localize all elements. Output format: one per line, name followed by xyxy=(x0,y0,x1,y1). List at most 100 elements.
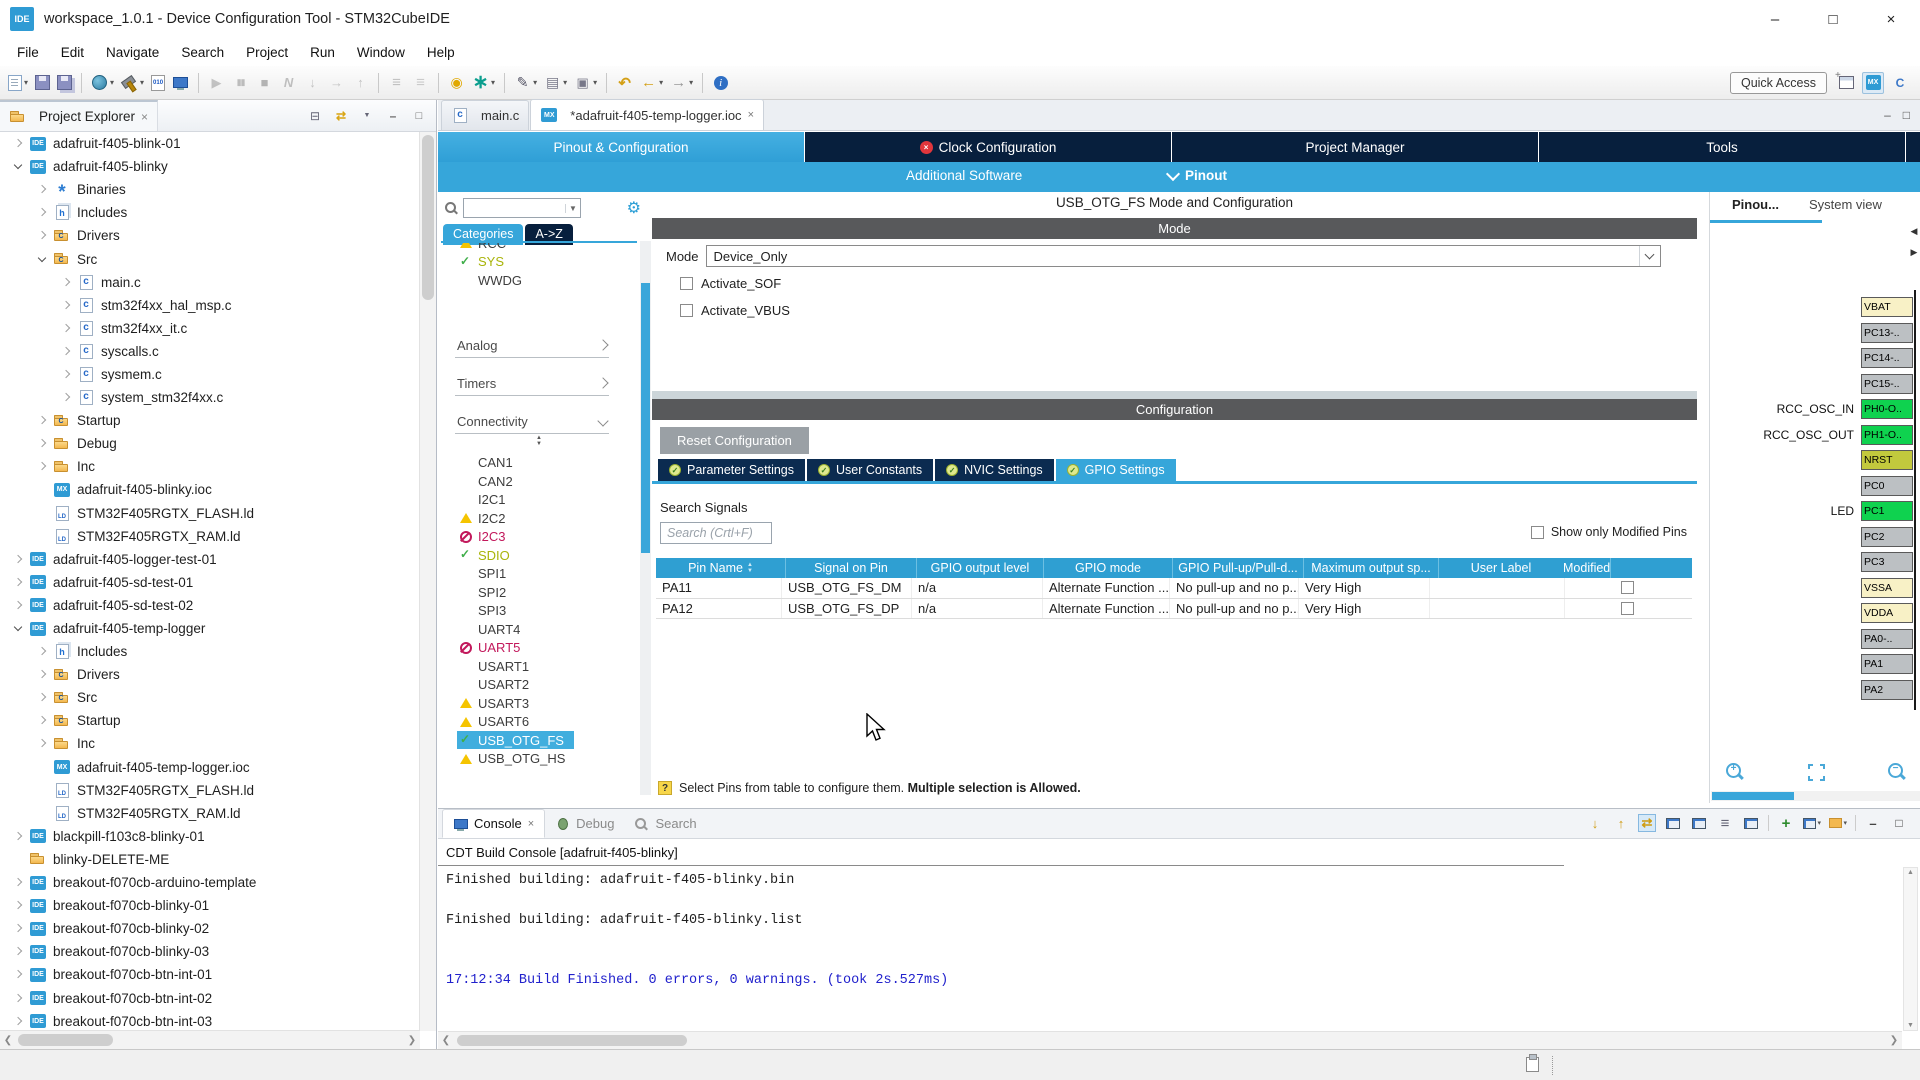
tree-item[interactable]: STM32F405RGTX_FLASH.ld xyxy=(0,779,420,802)
tree-item[interactable]: adafruit-f405-blink-01 xyxy=(0,132,420,155)
additional-software-button[interactable]: Additional Software xyxy=(906,168,1022,183)
skip-all-breakpoints[interactable]: ▾ xyxy=(89,70,116,96)
expand-chevron-icon[interactable] xyxy=(36,761,49,774)
peripheral-item[interactable]: USART6 xyxy=(441,713,637,732)
expand-chevron-icon[interactable] xyxy=(12,945,25,958)
peripheral-item[interactable]: UART4 xyxy=(441,620,637,639)
peripheral-item[interactable]: RCC xyxy=(441,243,637,253)
close-icon[interactable] xyxy=(528,818,534,830)
pin[interactable]: PH0-O.. xyxy=(1861,399,1913,419)
scroll-thumb[interactable] xyxy=(457,1035,687,1046)
word-wrap[interactable] xyxy=(1716,814,1734,832)
peripheral-item[interactable]: I2C3 xyxy=(441,528,637,547)
tree-item[interactable]: STM32F405RGTX_RAM.ld xyxy=(0,525,420,548)
peripheral-item[interactable]: USART2 xyxy=(441,676,637,695)
pinout-view-tab[interactable]: System view xyxy=(1797,197,1882,212)
tree-item[interactable]: Includes xyxy=(0,640,420,663)
pin[interactable]: PA0-.. xyxy=(1861,628,1913,649)
peripheral-item[interactable]: CAN1 xyxy=(441,454,637,473)
cube-nav-tab[interactable]: Pinout & Configuration xyxy=(438,132,805,162)
expand-chevron-icon[interactable] xyxy=(36,691,49,704)
pin[interactable]: PC0 xyxy=(1861,475,1913,496)
expand-chevron-icon[interactable] xyxy=(12,853,25,866)
expand-chevron-icon[interactable] xyxy=(12,576,25,589)
tree-item[interactable]: adafruit-f405-temp-logger xyxy=(0,617,420,640)
tree-item[interactable]: breakout-f070cb-btn-int-02 xyxy=(0,986,420,1009)
scroll-left-icon[interactable]: ❮ xyxy=(438,1035,454,1046)
tree-item[interactable]: blinky-DELETE-ME xyxy=(0,848,420,871)
column-header[interactable]: User Label xyxy=(1439,558,1563,578)
peripheral-item[interactable]: USART1 xyxy=(441,657,637,676)
expand-chevron-icon[interactable] xyxy=(36,714,49,727)
close-button[interactable]: × xyxy=(1862,0,1920,38)
table-row[interactable]: PA11 USB_OTG_FS_DM n/a Alternate Functio… xyxy=(656,578,1692,599)
console-view-tab[interactable]: Debug xyxy=(545,809,624,838)
tree-item[interactable]: breakout-f070cb-blinky-02 xyxy=(0,917,420,940)
settings-tab[interactable]: NVIC Settings xyxy=(935,459,1054,481)
console-horizontal-scrollbar[interactable]: ❮ ❯ xyxy=(438,1031,1902,1049)
expand-chevron-icon[interactable] xyxy=(36,483,49,496)
peripheral-item[interactable]: USART3 xyxy=(441,694,637,713)
tree-item[interactable]: main.c xyxy=(0,271,420,294)
pin-console[interactable] xyxy=(1777,814,1795,832)
menu-item[interactable]: File xyxy=(6,45,50,60)
expand-chevron-icon[interactable] xyxy=(36,253,49,266)
modified-checkbox[interactable] xyxy=(1620,581,1634,595)
maximize-button[interactable]: □ xyxy=(1804,0,1862,38)
console-view-tab[interactable]: Search xyxy=(624,809,706,838)
pin[interactable]: PC14-.. xyxy=(1861,348,1913,368)
tree-item[interactable]: sysmem.c xyxy=(0,363,420,386)
peripheral-item[interactable]: Connectivity xyxy=(455,410,609,434)
menu-item[interactable]: Project xyxy=(235,45,299,60)
pinout-horizontal-scrollbar[interactable] xyxy=(1711,791,1920,801)
tree-item[interactable]: stm32f4xx_it.c xyxy=(0,317,420,340)
cube-nav-tab[interactable]: Project Manager xyxy=(1172,132,1539,162)
table-row[interactable]: PA12 USB_OTG_FS_DP n/a Alternate Functio… xyxy=(656,598,1692,619)
fit-screen-icon[interactable] xyxy=(1806,762,1826,782)
new-wizard[interactable]: ▾ xyxy=(6,70,30,96)
forward-history[interactable]: ▾ xyxy=(668,70,695,96)
gear-icon[interactable] xyxy=(627,198,649,218)
peripheral-item[interactable]: I2C2 xyxy=(441,509,637,528)
menu-item[interactable]: Navigate xyxy=(95,45,170,60)
show-console-stdout[interactable] xyxy=(1664,814,1682,832)
expand-chevron-icon[interactable] xyxy=(60,322,73,335)
expand-chevron-icon[interactable] xyxy=(36,784,49,797)
external-tools[interactable]: ▾ xyxy=(572,70,599,96)
new-launch-configuration[interactable]: ▾ xyxy=(470,70,497,96)
tree-item[interactable]: breakout-f070cb-blinky-01 xyxy=(0,894,420,917)
scroll-up[interactable] xyxy=(1612,814,1630,832)
tree-item[interactable]: adafruit-f405-blinky xyxy=(0,155,420,178)
column-header[interactable]: Pin Name xyxy=(656,558,786,578)
tree-item[interactable]: STM32F405RGTX_FLASH.ld xyxy=(0,502,420,525)
tree-item[interactable]: Inc xyxy=(0,455,420,478)
open-console[interactable] xyxy=(170,70,191,96)
expand-chevron-icon[interactable] xyxy=(12,1015,25,1028)
last-edit-location[interactable] xyxy=(614,70,635,96)
pin[interactable]: PC3 xyxy=(1861,552,1913,572)
minimize-view-icon[interactable]: – xyxy=(1884,108,1891,122)
pin[interactable]: VSSA xyxy=(1861,577,1913,598)
settings-tab[interactable]: User Constants xyxy=(807,459,934,481)
minimize-view[interactable] xyxy=(1864,814,1882,832)
column-header[interactable]: GPIO mode xyxy=(1044,558,1173,578)
expand-chevron-icon[interactable] xyxy=(36,807,49,820)
expand-chevron-icon[interactable] xyxy=(12,899,25,912)
expand-chevron-icon[interactable] xyxy=(36,229,49,242)
pin[interactable]: PA2 xyxy=(1861,679,1913,700)
tree-item[interactable]: adafruit-f405-sd-test-01 xyxy=(0,571,420,594)
expand-chevron-icon[interactable] xyxy=(12,992,25,1005)
link-with-editor[interactable] xyxy=(333,108,349,124)
expand-chevron-icon[interactable] xyxy=(60,299,73,312)
menu-item[interactable]: Edit xyxy=(50,45,95,60)
peripheral-item[interactable]: SDIO xyxy=(441,546,637,565)
pin[interactable]: PA1 xyxy=(1861,654,1913,674)
view-menu[interactable] xyxy=(359,108,375,124)
update-index[interactable] xyxy=(446,70,467,96)
tree-item[interactable]: syscalls.c xyxy=(0,340,420,363)
pin[interactable]: VBAT xyxy=(1861,297,1913,317)
tree-item[interactable]: breakout-f070cb-btn-int-01 xyxy=(0,963,420,986)
debug-tool[interactable]: ▾ xyxy=(512,70,539,96)
cpp-perspective[interactable] xyxy=(1890,73,1910,93)
expand-chevron-icon[interactable] xyxy=(60,391,73,404)
